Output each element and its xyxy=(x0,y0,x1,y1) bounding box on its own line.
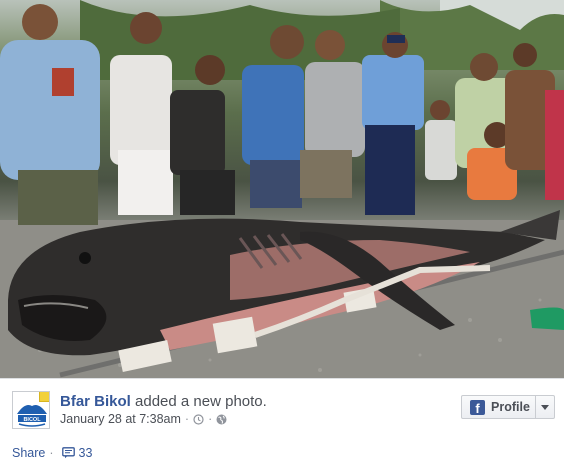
profile-button[interactable]: f Profile xyxy=(461,395,555,419)
post-action-text: added a new photo. xyxy=(135,393,267,410)
globe-icon[interactable] xyxy=(216,414,227,425)
page-avatar[interactable]: BICOL xyxy=(12,391,50,429)
actions-separator: · xyxy=(49,446,54,460)
photo-scene xyxy=(0,0,564,378)
page-name-link[interactable]: Bfar Bikol xyxy=(60,393,131,410)
share-link[interactable]: Share xyxy=(12,446,45,460)
avatar-badge xyxy=(39,392,49,402)
comment-count[interactable]: 33 xyxy=(79,446,93,460)
post-footer: BICOL Bfar Bikol added a new photo. Janu… xyxy=(0,378,564,473)
meta-separator: · xyxy=(208,412,213,426)
profile-button-divider xyxy=(535,396,536,418)
chevron-down-icon[interactable] xyxy=(541,405,549,410)
facebook-logo-icon: f xyxy=(470,399,485,415)
clock-icon xyxy=(193,413,204,425)
post-timestamp[interactable]: January 28 at 7:38am xyxy=(60,412,181,426)
profile-button-label: Profile xyxy=(491,400,530,414)
post-actions: Share · 33 xyxy=(12,446,92,460)
comment-icon[interactable] xyxy=(61,447,75,459)
post-headline: Bfar Bikol added a new photo. xyxy=(60,393,267,411)
svg-text:BICOL: BICOL xyxy=(23,417,41,423)
meta-separator: · xyxy=(184,412,190,426)
post-meta: January 28 at 7:38am · · xyxy=(60,412,227,426)
post-photo[interactable] xyxy=(0,0,564,378)
